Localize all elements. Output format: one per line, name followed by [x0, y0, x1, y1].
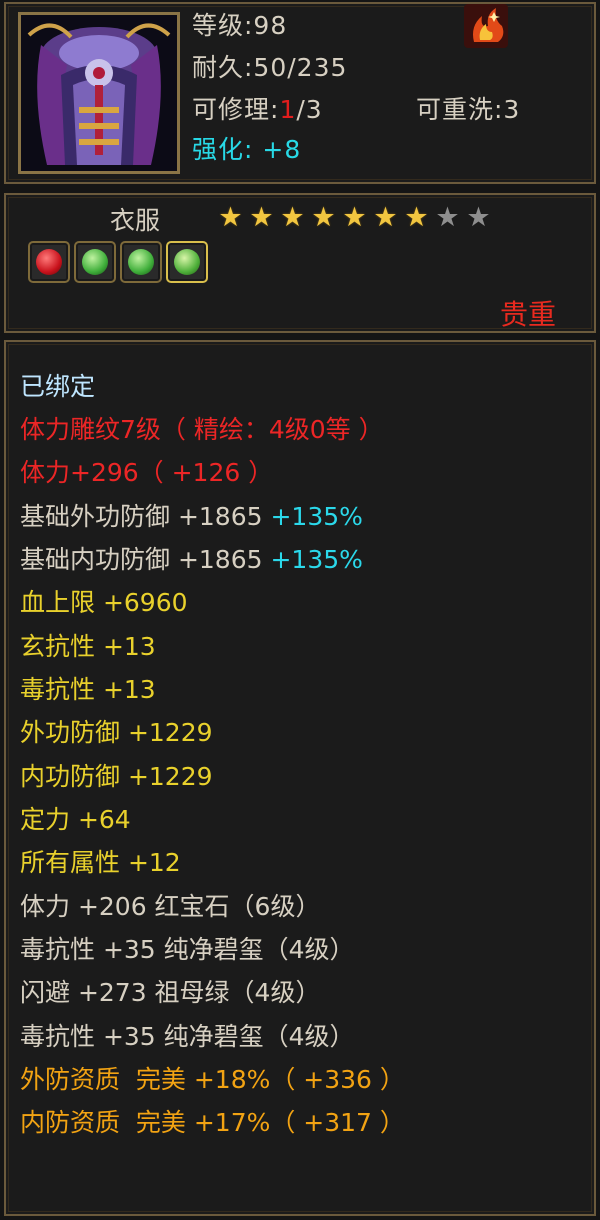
star-filled-icon: ★: [218, 202, 243, 233]
inner-def-line: 内功防御 +1229: [20, 762, 213, 791]
green-gem-icon: [82, 249, 108, 275]
star-filled-icon: ★: [249, 202, 274, 233]
star-empty-icon: ★: [435, 202, 460, 233]
base-outer-def-line: 基础外功防御 +1865 +135%: [20, 500, 363, 534]
gem-bonus-line: 闪避 +273 祖母绿（4级）: [20, 978, 321, 1007]
star-filled-icon: ★: [404, 202, 429, 233]
star-filled-icon: ★: [373, 202, 398, 233]
outer-quality-line: 外防资质 完美 +18%（ +336 ）: [20, 1065, 405, 1094]
bound-status: 已绑定: [20, 372, 96, 401]
gem-socket[interactable]: [120, 241, 162, 283]
base-outer-def-pct: +135%: [270, 502, 363, 531]
green-gem-icon: [128, 249, 154, 275]
repairable-label: 可修理:: [192, 95, 280, 124]
flame-badge-icon: [464, 4, 508, 48]
item-durability: 耐久:50/235: [192, 53, 348, 82]
hp-max-line: 血上限 +6960: [20, 588, 188, 617]
stamina-engrave-line: 体力+296（ +126 ）: [20, 458, 274, 487]
item-tooltip: 等级:98 耐久:50/235 可修理:1/3 可重洗:3 强化: +8 衣服 …: [0, 0, 600, 1220]
item-rarity: 贵重: [499, 298, 556, 331]
base-outer-def: 基础外功防御 +1865: [20, 502, 263, 531]
item-attributes-panel: 已绑定 体力雕纹7级（ 精绘：4级0等 ） 体力+296（ +126 ） 基础外…: [4, 340, 596, 1216]
repairable-used: 1: [279, 95, 297, 124]
star-filled-icon: ★: [280, 202, 305, 233]
item-repairable: 可修理:1/3: [192, 94, 323, 126]
base-inner-def: 基础内功防御 +1865: [20, 545, 263, 574]
item-portrait: [18, 12, 180, 174]
engrave-line: 体力雕纹7级（ 精绘：4级0等 ）: [20, 415, 384, 444]
green-gem-icon: [174, 249, 200, 275]
poison-res-line: 毒抗性 +13: [20, 675, 156, 704]
gem-bonus-line: 毒抗性 +35 纯净碧玺（4级）: [20, 1022, 355, 1051]
item-type-panel: 衣服 ★ ★ ★ ★ ★ ★ ★ ★ ★ 贵重: [4, 193, 596, 333]
gem-socket[interactable]: [74, 241, 116, 283]
item-slot: 衣服: [110, 206, 161, 235]
gem-bonus-line: 毒抗性 +35 纯净碧玺（4级）: [20, 935, 355, 964]
base-inner-def-line: 基础内功防御 +1865 +135%: [20, 543, 363, 577]
item-rewashable: 可重洗:3: [416, 95, 521, 124]
repairable-total: /3: [296, 95, 323, 124]
xuan-res-line: 玄抗性 +13: [20, 632, 156, 661]
star-empty-icon: ★: [466, 202, 491, 233]
item-header-panel: 等级:98 耐久:50/235 可修理:1/3 可重洗:3 强化: +8: [4, 2, 596, 184]
gem-bonus-line: 体力 +206 红宝石（6级）: [20, 892, 321, 921]
item-enhance: 强化: +8: [192, 134, 301, 166]
armor-icon: [21, 15, 177, 171]
gem-socket[interactable]: [28, 241, 70, 283]
star-filled-icon: ★: [311, 202, 336, 233]
star-rating: ★ ★ ★ ★ ★ ★ ★ ★ ★: [216, 202, 493, 233]
gem-sockets: [28, 241, 208, 283]
enhance-value: +8: [262, 135, 302, 164]
base-inner-def-pct: +135%: [270, 545, 363, 574]
red-gem-icon: [36, 249, 62, 275]
focus-line: 定力 +64: [20, 805, 131, 834]
outer-def-line: 外功防御 +1229: [20, 718, 213, 747]
enhance-label: 强化:: [192, 135, 254, 164]
inner-quality-line: 内防资质 完美 +17%（ +317 ）: [20, 1108, 405, 1137]
all-attrs-line: 所有属性 +12: [20, 848, 181, 877]
item-level: 等级:98: [192, 11, 288, 40]
star-filled-icon: ★: [342, 202, 367, 233]
gem-socket[interactable]: [166, 241, 208, 283]
